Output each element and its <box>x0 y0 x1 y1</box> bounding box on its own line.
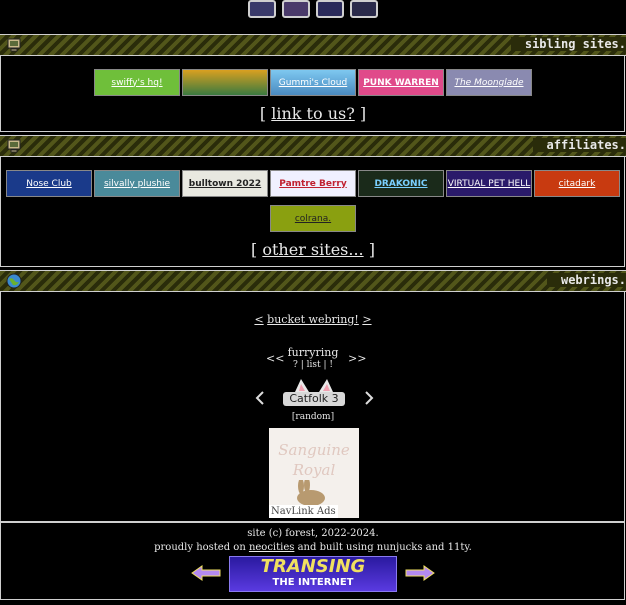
link-to-us: [ link to us? ] <box>0 104 626 123</box>
affiliate-button-citadark[interactable]: citadark <box>534 170 620 197</box>
affiliate-button-silvally[interactable]: silvally plushie <box>94 170 180 197</box>
catfolk-next-arrow-icon[interactable] <box>364 391 374 405</box>
catfolk-prev-arrow-icon[interactable] <box>255 391 265 405</box>
ad-caption: NavLink Ads <box>269 505 338 518</box>
sibling-button-swiffy[interactable]: swiffy's hq! <box>94 69 180 96</box>
home-plus-button[interactable] <box>248 0 276 18</box>
footer-hosting: proudly hosted on neocities and built us… <box>0 542 626 553</box>
furryring-name[interactable]: furryring <box>0 346 626 359</box>
sibling-buttons: swiffy's hq! Gummi's Cloud PUNK WARREN T… <box>0 69 626 96</box>
globe-icon <box>6 273 22 289</box>
computer-icon <box>7 38 21 52</box>
sibling-button-mountains[interactable] <box>182 69 268 96</box>
right-arrow-icon[interactable] <box>404 564 436 582</box>
bracket-close: ] <box>359 104 367 123</box>
footer-copyright: site (c) forest, 2022-2024. <box>247 528 379 539</box>
top-nav <box>0 0 626 18</box>
hosting-suffix: and built using nunjucks and 11ty. <box>297 542 472 553</box>
other-sites: [ other sites... ] <box>0 240 626 259</box>
art-button[interactable] <box>282 0 310 18</box>
transing-banner[interactable]: TRANSING THE INTERNET <box>229 556 397 592</box>
random-link[interactable]: [random] <box>0 412 626 422</box>
rabbit-icon <box>297 480 325 506</box>
neocities-link[interactable]: neocities <box>249 542 294 553</box>
catfolk-label: Catfolk 3 <box>283 392 345 406</box>
affiliates-title: affiliates. <box>532 138 626 152</box>
bracket-open: [ <box>251 240 258 259</box>
bucket-prev-link[interactable]: < <box>254 313 263 326</box>
affiliate-button-bulltown[interactable]: bulltown 2022 <box>182 170 268 197</box>
hosting-prefix: proudly hosted on <box>154 542 246 553</box>
bucket-next-link[interactable]: > <box>362 313 371 326</box>
computer-icon <box>7 139 21 153</box>
bucket-webring-link[interactable]: bucket webring! <box>267 313 359 326</box>
affiliates-header: affiliates. <box>0 135 626 157</box>
cat-ears-icon <box>295 379 333 392</box>
affiliate-button-nose-club[interactable]: Nose Club <box>6 170 92 197</box>
sibling-button-gummi[interactable]: Gummi's Cloud <box>270 69 356 96</box>
banner-bottom: THE INTERNET <box>272 577 354 588</box>
affiliate-button-pamtre[interactable]: Pamtre Berry <box>270 170 356 197</box>
navlink-ad[interactable]: Sanguine Royal NavLink Ads <box>269 428 359 518</box>
sibling-button-moonglade[interactable]: The Moonglade <box>446 69 532 96</box>
banner-top: TRANSING <box>260 556 366 577</box>
left-arrow-icon[interactable] <box>190 564 222 582</box>
house-button[interactable] <box>350 0 378 18</box>
affiliate-buttons-row2: colrana. <box>0 205 626 232</box>
affiliate-button-vph[interactable]: VIRTUAL PET HELL <box>446 170 532 197</box>
bracket-open: [ <box>259 104 267 123</box>
sibling-sites-header: sibling sites. <box>0 34 626 56</box>
furry-next-link[interactable]: >> <box>348 352 366 365</box>
sibling-button-punk-warren[interactable]: PUNK WARREN <box>358 69 444 96</box>
sibling-sites-title: sibling sites. <box>510 37 626 51</box>
affiliate-buttons: Nose Club silvally plushie bulltown 2022… <box>0 170 626 197</box>
webrings-header: webrings. <box>0 270 626 292</box>
affiliate-button-colrana[interactable]: colrana. <box>270 205 356 232</box>
furryring-links[interactable]: ? | list | ! <box>0 360 626 370</box>
ad-title: Sanguine Royal <box>278 441 350 479</box>
webrings-title: webrings. <box>546 273 626 287</box>
bucket-webring: < bucket webring! > <box>0 313 626 326</box>
catfolk-badge[interactable]: Catfolk 3 <box>283 378 345 406</box>
other-sites-link[interactable]: other sites... <box>262 240 363 259</box>
affiliate-button-drakonic[interactable]: DRAKONIC <box>358 170 444 197</box>
bracket-close: ] <box>368 240 375 259</box>
link-to-us-link[interactable]: link to us? <box>271 104 355 123</box>
library-button[interactable] <box>316 0 344 18</box>
